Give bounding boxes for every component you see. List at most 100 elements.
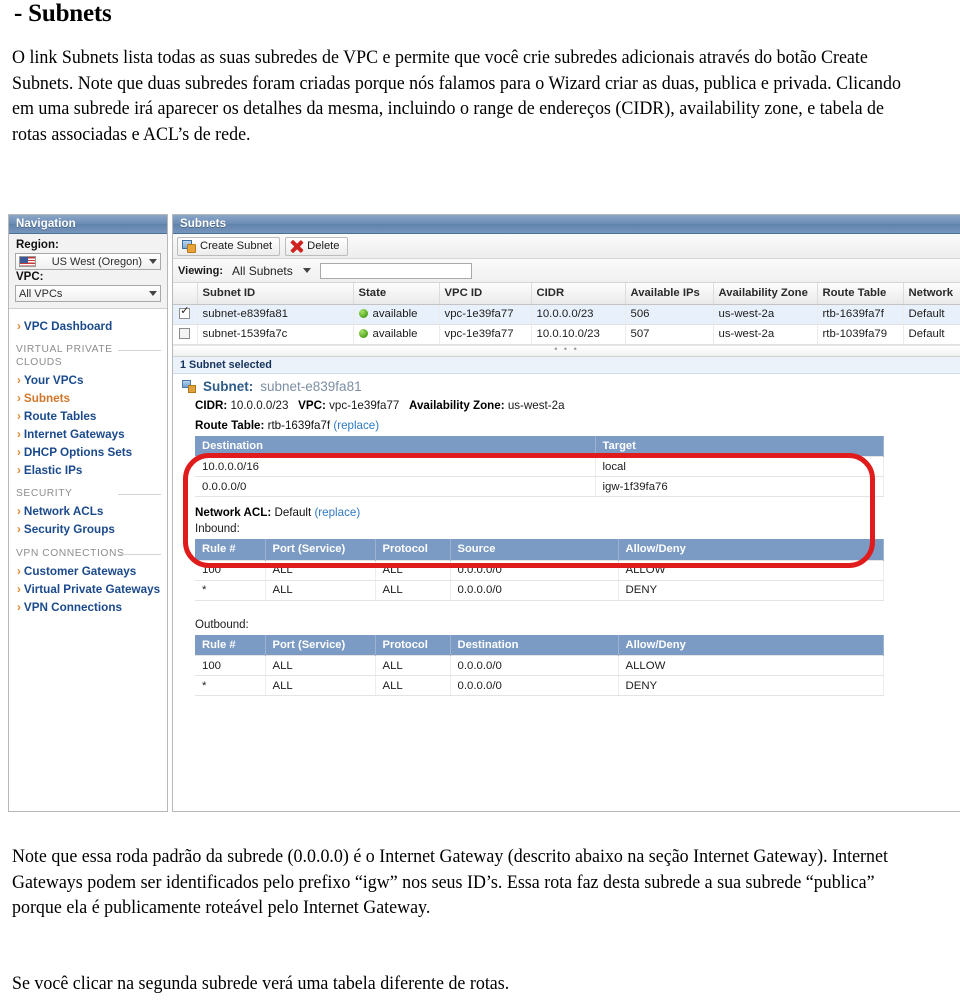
viewing-filter-select[interactable]: All Subnets (229, 263, 314, 279)
column-header-available-ips[interactable]: Available IPs (625, 283, 714, 305)
create-subnet-icon (182, 239, 196, 253)
sidebar-item-dhcp-options-sets[interactable]: › DHCP Options Sets (9, 443, 167, 461)
sidebar-item-vpc-dashboard[interactable]: › VPC Dashboard (9, 317, 167, 335)
subnets-table: Subnet ID State VPC ID CIDR Available IP… (173, 283, 960, 345)
column-header-target: Target (595, 435, 884, 457)
sidebar-item-label: DHCP Options Sets (23, 445, 133, 459)
table-row[interactable]: subnet-e839fa81 available vpc-1e39fa77 1… (173, 304, 960, 325)
sidebar-item-subnets[interactable]: › Subnets (9, 389, 167, 407)
search-input[interactable] (319, 262, 472, 279)
sidebar-item-label: Security Groups (23, 523, 115, 536)
table-row[interactable]: subnet-1539fa7c available vpc-1e39fa77 1… (173, 324, 960, 345)
column-header-protocol: Protocol (375, 539, 451, 560)
sidebar-item-route-tables[interactable]: › Route Tables (9, 407, 167, 425)
row-checkbox-cell[interactable] (173, 304, 198, 325)
chevron-right-icon: › (17, 564, 21, 578)
column-header-availability-zone[interactable]: Availability Zone (713, 283, 818, 305)
sidebar-item-label: Route Tables (23, 409, 97, 423)
subnets-table-header-row: Subnet ID State VPC ID CIDR Available IP… (173, 283, 960, 305)
vpc-select[interactable]: All VPCs (15, 285, 161, 302)
vpc-value: vpc-1e39fa77 (329, 398, 400, 412)
cell-subnet-id: subnet-1539fa7c (197, 324, 354, 345)
route-table-value: rtb-1639fa7f (267, 418, 331, 432)
sidebar-item-label: Internet Gateways (23, 427, 125, 441)
sidebar-item-security-groups[interactable]: › Security Groups (9, 521, 167, 539)
sidebar-item-label: Subnets (23, 391, 71, 405)
column-header-destination: Destination (195, 435, 596, 457)
cell-vpc-id: vpc-1e39fa77 (439, 304, 532, 325)
column-header-subnet-id[interactable]: Subnet ID (197, 283, 354, 305)
checkbox-unchecked-icon[interactable] (179, 328, 191, 340)
select-all-header[interactable] (173, 283, 198, 305)
splitter-handle[interactable]: • • • (173, 344, 960, 357)
subnet-detail-panel: Subnet: subnet-e839fa81 CIDR: 10.0.0.0/2… (173, 374, 960, 696)
create-subnet-button[interactable]: Create Subnet (177, 236, 281, 256)
aws-vpc-console-screenshot: Navigation Region: US West (Oregon) VPC:… (0, 210, 960, 815)
sidebar-item-your-vpcs[interactable]: › Your VPCs (9, 371, 167, 389)
sidebar-item-label: Virtual Private Gateways (23, 582, 161, 596)
cell-state: available (353, 304, 440, 325)
column-header-source: Source (450, 539, 619, 560)
checkbox-checked-icon[interactable] (179, 306, 191, 320)
outbound-acl-grid: Rule # Port (Service) Protocol Destinati… (195, 634, 884, 696)
sidebar-item-virtual-private-gateways[interactable]: › Virtual Private Gateways (9, 580, 167, 598)
cell-protocol: ALL (375, 580, 451, 601)
cell-availability-zone: us-west-2a (713, 324, 818, 345)
column-header-network[interactable]: Network (903, 283, 960, 305)
cell-protocol: ALL (375, 675, 451, 696)
column-header-rule-number: Rule # (195, 634, 266, 656)
cell-port: ALL (265, 655, 376, 676)
delete-subnet-button[interactable]: Delete (285, 236, 348, 256)
navigation-links: › VPC Dashboard VIRTUAL PRIVATE CLOUDS › Y… (9, 309, 167, 620)
cell-cidr: 10.0.0.0/23 (531, 304, 626, 325)
cell-source: 0.0.0.0/0 (450, 559, 619, 581)
sidebar-item-internet-gateways[interactable]: › Internet Gateways (9, 425, 167, 443)
cell-subnet-id: subnet-e839fa81 (197, 304, 354, 325)
network-acl-replace-link[interactable]: (replace) (314, 506, 360, 519)
row-checkbox-cell[interactable] (173, 324, 198, 345)
network-acl-value: Default (274, 506, 312, 519)
sidebar-item-network-acls[interactable]: › Network ACLs (9, 503, 167, 521)
chevron-right-icon: › (17, 505, 21, 518)
document-page: - Subnets O link Subnets lista todas as … (0, 0, 960, 1000)
status-available-icon (358, 309, 368, 318)
sidebar-item-customer-gateways[interactable]: › Customer Gateways (9, 562, 167, 580)
cell-target: local (595, 456, 884, 477)
column-header-protocol: Protocol (375, 634, 451, 656)
chevron-right-icon: › (17, 391, 21, 405)
table-row: 0.0.0.0/0 igw-1f39fa76 (195, 476, 884, 497)
nav-section-title-vpn: VPN CONNECTIONS (16, 548, 161, 561)
column-header-state[interactable]: State (353, 283, 440, 305)
chevron-right-icon: › (17, 373, 21, 387)
intro-paragraph: O link Subnets lista todas as suas subre… (12, 48, 901, 145)
availability-zone-label: Availability Zone: (409, 398, 505, 412)
navigation-panel: Navigation Region: US West (Oregon) VPC:… (8, 214, 168, 812)
vpc-label: VPC: (298, 398, 326, 412)
column-header-allow-deny: Allow/Deny (618, 634, 884, 656)
region-select[interactable]: US West (Oregon) (15, 253, 161, 270)
cell-port: ALL (265, 580, 376, 601)
sidebar-item-label: VPN Connections (23, 600, 122, 614)
cell-destination: 0.0.0.0/0 (450, 655, 619, 676)
region-label: Region: (16, 239, 59, 251)
column-header-destination: Destination (450, 634, 619, 656)
cell-cidr: 10.0.10.0/23 (531, 324, 626, 345)
navigation-selectors: Region: US West (Oregon) VPC: All VPCs (9, 234, 167, 309)
column-header-vpc-id[interactable]: VPC ID (439, 283, 532, 305)
chevron-right-icon: › (17, 582, 21, 596)
cell-state-label: available (372, 308, 418, 320)
table-row: * ALL ALL 0.0.0.0/0 DENY (195, 580, 884, 601)
viewing-label: Viewing: (178, 264, 224, 277)
subnet-detail-title: Subnet: subnet-e839fa81 (173, 379, 960, 394)
route-table-header-row: Destination Target (195, 435, 884, 457)
cell-vpc-id: vpc-1e39fa77 (439, 324, 532, 345)
sidebar-item-vpn-connections[interactable]: › VPN Connections (9, 598, 167, 616)
route-table-replace-link[interactable]: (replace) (333, 419, 379, 432)
sidebar-item-label: VPC Dashboard (23, 319, 113, 333)
network-acl-section: Network ACL: Default (replace) Inbound: … (173, 506, 960, 696)
column-header-cidr[interactable]: CIDR (531, 283, 626, 305)
column-header-route-table[interactable]: Route Table (817, 283, 904, 305)
subnet-detail-label: Subnet: (203, 378, 254, 394)
chevron-right-icon: › (17, 409, 21, 423)
sidebar-item-elastic-ips[interactable]: › Elastic IPs (9, 461, 167, 479)
